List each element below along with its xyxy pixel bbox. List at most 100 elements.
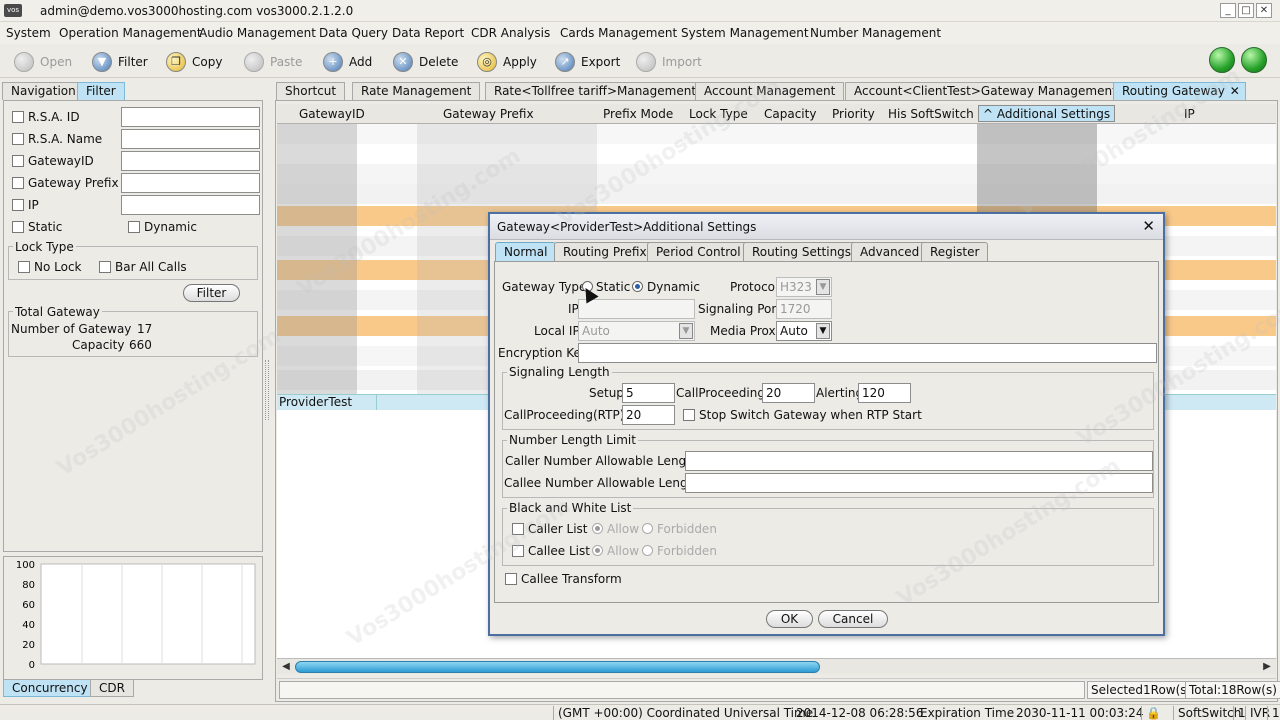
- gateway-prefix-checkbox[interactable]: [12, 177, 24, 189]
- menu-system[interactable]: System: [6, 26, 51, 40]
- dialog-close-icon[interactable]: ✕: [1142, 217, 1155, 235]
- horizontal-scrollbar[interactable]: ◀ ▶: [277, 658, 1276, 674]
- no-lock-checkbox[interactable]: [18, 261, 30, 273]
- ok-button[interactable]: OK: [766, 610, 813, 628]
- export-button[interactable]: ↗ Export: [555, 50, 620, 74]
- maximize-icon[interactable]: □: [1238, 3, 1254, 18]
- callproceeding-rtp-field[interactable]: 20: [622, 405, 675, 425]
- ip-field[interactable]: [578, 299, 695, 319]
- open-label: Open: [40, 55, 73, 69]
- col-additional-settings[interactable]: ^ Additional Settings: [978, 105, 1116, 122]
- tab-shortcut[interactable]: Shortcut: [276, 82, 346, 100]
- menu-data-query[interactable]: Data Query: [319, 26, 388, 40]
- menu-system-management[interactable]: System Management: [681, 26, 809, 40]
- dynamic-radio[interactable]: [632, 281, 643, 292]
- filter-apply-button[interactable]: Filter: [183, 284, 240, 302]
- callproceeding-field[interactable]: 20: [762, 383, 815, 403]
- apply-button[interactable]: ◎ Apply: [477, 50, 537, 74]
- open-button[interactable]: Open: [14, 50, 72, 74]
- ip-input[interactable]: [121, 195, 260, 215]
- tab-rate-tollfree[interactable]: Rate<Tollfree tariff>Management: [485, 82, 706, 100]
- col-lock-type[interactable]: Lock Type: [689, 107, 748, 121]
- caller-list-label: Caller List: [528, 522, 588, 536]
- tab-concurrency[interactable]: Concurrency: [3, 680, 97, 697]
- cancel-button[interactable]: Cancel: [818, 610, 888, 628]
- dialog-title-bar[interactable]: Gateway<ProviderTest>Additional Settings…: [490, 214, 1163, 240]
- local-ip-select[interactable]: Auto ▼: [578, 321, 695, 341]
- tab-account-gateway[interactable]: Account<ClientTest>Gateway Management: [845, 82, 1126, 100]
- tab-close-icon[interactable]: ✕: [1230, 83, 1240, 100]
- menu-cards-management[interactable]: Cards Management: [560, 26, 677, 40]
- stop-switch-checkbox[interactable]: [683, 409, 695, 421]
- rsa-id-checkbox[interactable]: [12, 111, 24, 123]
- col-gateway-prefix[interactable]: Gateway Prefix: [443, 107, 534, 121]
- callee-transform-checkbox[interactable]: [505, 573, 517, 585]
- dialog-tab-period-control[interactable]: Period Control: [647, 242, 750, 261]
- caller-forbidden-radio[interactable]: [642, 523, 653, 534]
- scroll-left-icon[interactable]: ◀: [279, 660, 293, 674]
- protocol-label: Protocol: [730, 280, 779, 294]
- delete-button[interactable]: ✕ Delete: [393, 50, 458, 74]
- menu-data-report[interactable]: Data Report: [392, 26, 464, 40]
- menu-number-management[interactable]: Number Management: [810, 26, 941, 40]
- dialog-tab-routing-prefix[interactable]: Routing Prefix: [554, 242, 656, 261]
- col-prefix-mode[interactable]: Prefix Mode: [603, 107, 673, 121]
- close-icon[interactable]: ✕: [1256, 3, 1272, 18]
- col-his-softswitch[interactable]: His SoftSwitch: [888, 107, 974, 121]
- minimize-icon[interactable]: _: [1220, 3, 1236, 18]
- tab-navigation[interactable]: Navigation: [2, 82, 85, 100]
- import-button[interactable]: Import: [636, 50, 702, 74]
- caller-allow-radio[interactable]: [592, 523, 603, 534]
- tab-routing-gateway[interactable]: Routing Gateway ✕: [1113, 82, 1246, 100]
- rsa-name-checkbox[interactable]: [12, 133, 24, 145]
- col-gateway-id[interactable]: GatewayID: [299, 107, 365, 121]
- splitter-handle[interactable]: [265, 360, 269, 420]
- copy-icon: ❐: [166, 52, 186, 72]
- protocol-select[interactable]: H323 ▼: [776, 277, 832, 297]
- copy-button[interactable]: ❐ Copy: [166, 50, 222, 74]
- col-priority[interactable]: Priority: [832, 107, 875, 121]
- static-checkbox[interactable]: [12, 221, 24, 233]
- callee-list-checkbox[interactable]: [512, 545, 524, 557]
- concurrency-chart: 100 80 60 40 20 0: [3, 556, 263, 680]
- menu-cdr-analysis[interactable]: CDR Analysis: [471, 26, 550, 40]
- scrollbar-thumb[interactable]: [295, 661, 820, 673]
- gateway-id-input[interactable]: [121, 151, 260, 171]
- filter-button[interactable]: ▼ Filter: [92, 50, 148, 74]
- add-button[interactable]: + Add: [323, 50, 372, 74]
- dialog-tab-advanced[interactable]: Advanced: [851, 242, 929, 261]
- encryption-key-field[interactable]: [578, 343, 1157, 363]
- caller-list-checkbox[interactable]: [512, 523, 524, 535]
- gateway-prefix-input[interactable]: [121, 173, 260, 193]
- rsa-name-input[interactable]: [121, 129, 260, 149]
- col-ip[interactable]: IP: [1184, 107, 1195, 121]
- tab-account-management[interactable]: Account Management: [695, 82, 845, 100]
- dialog-tab-register[interactable]: Register: [921, 242, 989, 261]
- callee-forbidden-radio[interactable]: [642, 545, 653, 556]
- media-proxy-select[interactable]: Auto ▼: [776, 321, 832, 341]
- scroll-right-icon[interactable]: ▶: [1260, 660, 1274, 674]
- tab-filter[interactable]: Filter: [77, 82, 125, 100]
- tab-cdr[interactable]: CDR: [90, 680, 134, 697]
- paste-button[interactable]: Paste: [244, 50, 302, 74]
- import-icon: [636, 52, 656, 72]
- y-tick: 80: [22, 580, 35, 591]
- callee-length-field[interactable]: [685, 473, 1153, 493]
- setup-field[interactable]: 5: [622, 383, 675, 403]
- bar-all-calls-checkbox[interactable]: [99, 261, 111, 273]
- protocol-value: H323: [780, 280, 812, 294]
- dialog-tab-routing-settings[interactable]: Routing Settings: [743, 242, 861, 261]
- tab-rate-management[interactable]: Rate Management: [352, 82, 481, 100]
- ip-checkbox[interactable]: [12, 199, 24, 211]
- signaling-port-field[interactable]: 1720: [776, 299, 832, 319]
- gateway-id-checkbox[interactable]: [12, 155, 24, 167]
- col-capacity[interactable]: Capacity: [764, 107, 816, 121]
- alerting-field[interactable]: 120: [858, 383, 911, 403]
- dynamic-checkbox[interactable]: [128, 221, 140, 233]
- callee-allow-radio[interactable]: [592, 545, 603, 556]
- menu-operation-management[interactable]: Operation Management: [59, 26, 202, 40]
- rsa-id-input[interactable]: [121, 107, 260, 127]
- dialog-tab-normal[interactable]: Normal: [495, 242, 557, 261]
- menu-audio-management[interactable]: Audio Management: [199, 26, 316, 40]
- caller-length-field[interactable]: [685, 451, 1153, 471]
